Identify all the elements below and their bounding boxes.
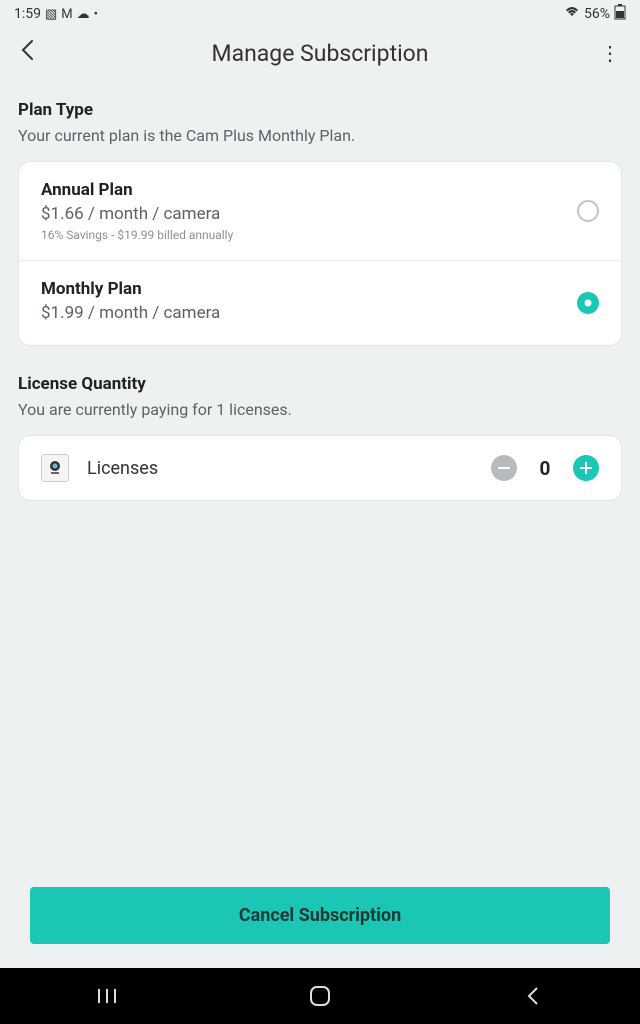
cancel-subscription-button[interactable]: Cancel Subscription [30,887,610,944]
status-right: 56% [564,4,626,24]
license-label: Licenses [87,458,473,479]
license-card: Licenses 0 [18,435,622,501]
plan-price: $1.99 / month / camera [41,303,220,323]
status-bar: 1:59 ▧ M ☁ • 56% [0,0,640,28]
plan-annual[interactable]: Annual Plan $1.66 / month / camera 16% S… [19,162,621,260]
image-icon: ▧ [45,7,57,22]
home-button[interactable] [290,985,350,1007]
plan-name: Annual Plan [41,180,233,200]
radio-unselected-icon[interactable] [577,200,599,222]
plan-info: Monthly Plan $1.99 / month / camera [41,279,220,327]
status-time: 1:59 [14,6,41,22]
plan-info: Annual Plan $1.66 / month / camera 16% S… [41,180,233,242]
plan-card: Annual Plan $1.66 / month / camera 16% S… [18,161,622,346]
status-left: 1:59 ▧ M ☁ • [14,6,98,22]
plan-note: 16% Savings - $19.99 billed annually [41,228,233,242]
cloud-icon: ☁ [77,7,90,22]
wifi-icon [564,6,580,22]
dot-icon: • [94,7,98,22]
android-nav-bar [0,968,640,1024]
battery-percent: 56% [584,6,610,22]
quantity-value: 0 [535,457,555,480]
recent-apps-button[interactable] [77,987,137,1005]
back-nav-button[interactable] [503,986,563,1006]
content: Plan Type Your current plan is the Cam P… [0,84,640,968]
app-header: Manage Subscription ⋮ [0,28,640,84]
plan-type-title: Plan Type [18,100,622,120]
battery-icon [614,4,626,24]
plan-price: $1.66 / month / camera [41,204,233,224]
mail-icon: M [61,7,72,22]
back-button[interactable] [20,38,50,68]
quantity-stepper: 0 [491,455,599,481]
increase-button[interactable] [573,455,599,481]
camera-icon [41,454,69,482]
plan-monthly[interactable]: Monthly Plan $1.99 / month / camera [19,261,621,345]
license-title: License Quantity [18,374,622,394]
decrease-button[interactable] [491,455,517,481]
plan-type-desc: Your current plan is the Cam Plus Monthl… [18,126,622,145]
license-desc: You are currently paying for 1 licenses. [18,400,622,419]
radio-selected-icon[interactable] [577,292,599,314]
menu-button[interactable]: ⋮ [590,41,620,65]
plan-name: Monthly Plan [41,279,220,299]
page-title: Manage Subscription [50,40,590,67]
